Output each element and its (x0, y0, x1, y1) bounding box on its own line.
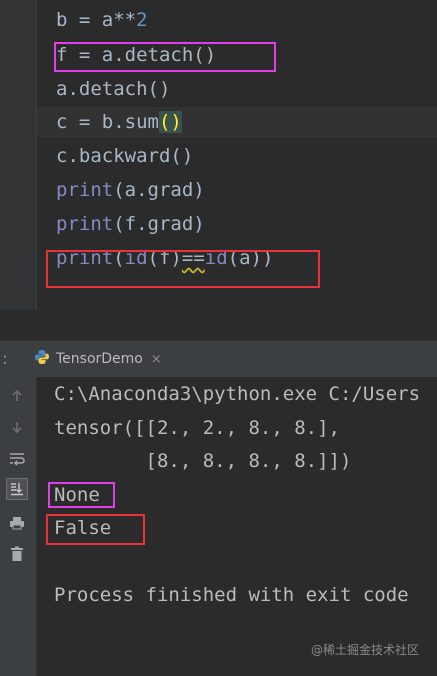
console-line-7: Process finished with exit code (54, 584, 409, 606)
code-line-6[interactable]: print(a.grad) (56, 175, 205, 205)
down-arrow-icon[interactable] (6, 416, 28, 438)
code-line-7[interactable]: print(f.grad) (56, 209, 205, 239)
run-panel-header: : TensorDemo × (0, 340, 437, 378)
code-editor[interactable]: b = a**2 f = a.detach() a.detach() c = b… (0, 0, 437, 310)
trash-icon[interactable] (6, 543, 28, 565)
console-line-2: tensor([[2., 2., 8., 8.], (54, 417, 340, 439)
highlight-box-false (46, 514, 145, 545)
run-toolbar (0, 377, 37, 676)
soft-wrap-icon[interactable] (6, 448, 28, 470)
panel-options-icon[interactable]: : (0, 341, 10, 377)
code-line-1[interactable]: b = a**2 (56, 5, 148, 35)
panel-spacer (0, 310, 437, 340)
tab-tensordemo[interactable]: TensorDemo × (26, 341, 170, 377)
editor-gutter (0, 0, 37, 310)
code-line-5[interactable]: c.backward() (56, 141, 193, 171)
console-line-1: C:\Anaconda3\python.exe C:/Users (54, 383, 421, 405)
tab-label: TensorDemo (56, 351, 143, 367)
highlight-box-none (48, 482, 115, 508)
run-console[interactable]: C:\Anaconda3\python.exe C:/Users tensor(… (0, 377, 437, 676)
print-icon[interactable] (6, 512, 28, 534)
python-icon (34, 349, 50, 369)
close-icon[interactable]: × (151, 352, 162, 367)
watermark: @稀土掘金技术社区 (310, 643, 419, 657)
up-arrow-icon[interactable] (6, 385, 28, 407)
code-line-3[interactable]: a.detach() (56, 74, 170, 104)
code-line-4[interactable]: c = b.sum() (56, 107, 182, 137)
highlight-box-print-id (46, 250, 320, 288)
highlight-box-detach (54, 42, 276, 72)
console-line-3: [8., 8., 8., 8.]]) (54, 450, 352, 472)
scroll-to-end-icon[interactable] (6, 478, 28, 500)
